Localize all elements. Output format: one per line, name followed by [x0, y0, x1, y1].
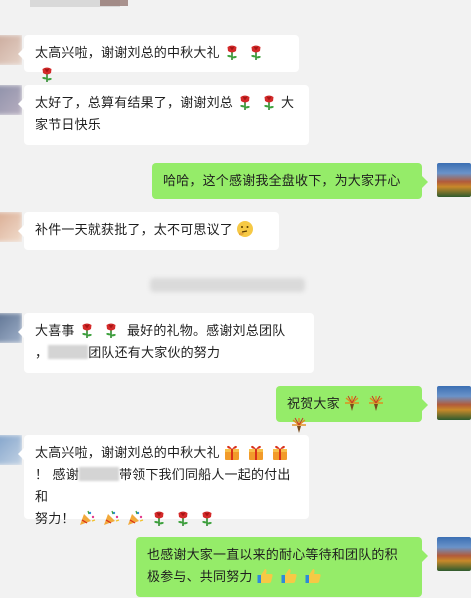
rose-icon — [236, 93, 254, 111]
my-avatar[interactable] — [437, 537, 471, 571]
my-avatar[interactable] — [437, 386, 471, 420]
my-avatar[interactable] — [437, 163, 471, 197]
redacted-name — [48, 345, 89, 359]
fireworks-icon — [367, 394, 385, 412]
redacted-name — [78, 467, 119, 481]
message-text: 极参与、共同努力 — [147, 570, 253, 585]
message-text: 太好了，总算有结果了，谢谢刘总 — [35, 96, 234, 111]
thumbs-up-icon — [280, 567, 298, 585]
message-text: 最好的礼物。感谢刘总团队 — [126, 324, 286, 339]
message-bubble[interactable]: 太高兴啦，谢谢刘总的中秋大礼 — [18, 35, 299, 72]
rose-icon — [174, 509, 192, 527]
rose-icon — [223, 43, 241, 61]
my-message-bubble[interactable]: 祝贺大家 — [276, 386, 428, 422]
message-text: 努力！ — [35, 512, 75, 527]
message-text: 祝贺大家 — [287, 397, 340, 412]
rose-icon — [102, 321, 120, 339]
rose-icon — [247, 43, 265, 61]
message-text: 哈哈，这个感谢我全盘收下，为大家开心 — [163, 174, 401, 189]
message-text: 大喜事 — [35, 324, 75, 339]
previous-content-edge — [100, 0, 128, 6]
message-bubble[interactable]: 补件一天就获批了，太不可思议了 — [18, 212, 279, 250]
message-text: 团队还有大家伙的努力 — [88, 346, 221, 361]
my-message-bubble[interactable]: 也感谢大家一直以来的耐心等待和团队的积 极参与、共同努力 — [136, 537, 428, 597]
party-popper-icon — [102, 509, 120, 527]
rose-icon — [78, 321, 96, 339]
gift-icon — [247, 443, 265, 461]
my-message-bubble[interactable]: 哈哈，这个感谢我全盘收下，为大家开心 — [152, 163, 428, 199]
message-text: ！ 感谢 — [35, 468, 79, 483]
message-bubble[interactable]: 大喜事 最好的礼物。感谢刘总团队 ， 团队还有大家伙的努力 — [18, 313, 314, 373]
message-text: 也感谢大家一直以来的耐心等待和团队的积 — [147, 548, 398, 563]
fireworks-icon — [343, 394, 361, 412]
message-text: ， — [35, 346, 49, 361]
party-popper-icon — [126, 509, 144, 527]
party-popper-icon — [78, 509, 96, 527]
thumbs-up-icon — [304, 567, 322, 585]
rose-icon — [38, 65, 56, 83]
message-text: 太高兴啦，谢谢刘总的中秋大礼 — [35, 46, 220, 61]
timestamp — [150, 278, 305, 292]
rose-icon — [198, 509, 216, 527]
message-text: 太高兴啦，谢谢刘总的中秋大礼 — [35, 446, 220, 461]
thinking-face-icon — [236, 220, 254, 238]
message-bubble[interactable]: 太高兴啦，谢谢刘总的中秋大礼 ！ 感谢 带领下我们同船人一起的付出和 努力！ — [18, 435, 309, 527]
message-text: 大 — [281, 96, 295, 111]
thumbs-up-icon — [256, 567, 274, 585]
fireworks-icon — [290, 416, 308, 434]
message-bubble[interactable]: 太好了，总算有结果了，谢谢刘总 大 家节日快乐 — [18, 85, 309, 145]
rose-icon — [260, 93, 278, 111]
gift-icon — [271, 443, 289, 461]
message-text: 家节日快乐 — [35, 118, 102, 133]
rose-icon — [150, 509, 168, 527]
message-text: 补件一天就获批了，太不可思议了 — [35, 223, 234, 238]
gift-icon — [223, 443, 241, 461]
